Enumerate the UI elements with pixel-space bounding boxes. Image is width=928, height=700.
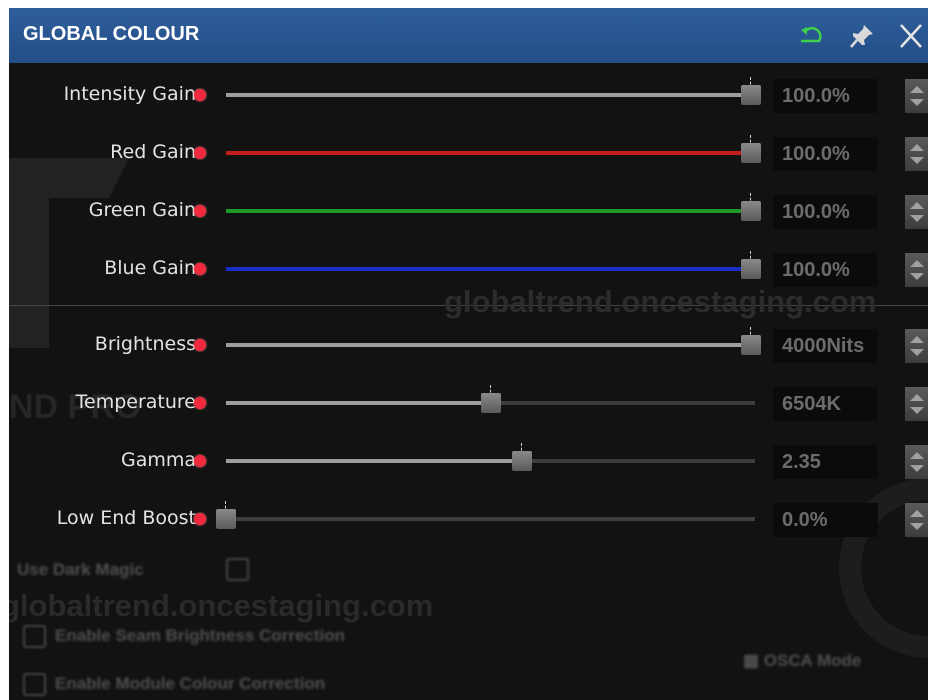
low-end-boost-label: Low End Boost — [56, 507, 196, 529]
intensity-gain-value-field[interactable]: 100.0% — [773, 79, 878, 113]
reset-icon[interactable] — [795, 21, 825, 51]
blue-gain-spinner[interactable] — [905, 253, 928, 287]
close-icon[interactable] — [896, 21, 926, 51]
brightness-label: Brightness — [94, 333, 196, 355]
slider-row-temperature: Temperature 6504K — [9, 383, 928, 423]
temperature-slider-fill — [226, 401, 491, 405]
spin-down-icon[interactable] — [910, 465, 924, 472]
green-gain-indicator-dot[interactable] — [194, 205, 206, 217]
green-gain-label: Green Gain — [88, 199, 196, 221]
spin-up-icon[interactable] — [910, 260, 924, 267]
gamma-value-field[interactable]: 2.35 — [773, 445, 878, 479]
green-gain-slider-fill — [226, 209, 755, 213]
spin-up-icon[interactable] — [910, 394, 924, 401]
red-gain-slider-fill — [226, 151, 755, 155]
blue-gain-slider-track[interactable] — [226, 267, 755, 271]
spin-up-icon[interactable] — [910, 452, 924, 459]
spin-up-icon[interactable] — [910, 144, 924, 151]
temperature-spinner[interactable] — [905, 387, 928, 421]
low-end-boost-indicator-dot[interactable] — [194, 513, 206, 525]
gamma-slider-handle[interactable] — [512, 451, 533, 471]
slider-row-brightness: Brightness 4000Nits — [9, 325, 928, 365]
temperature-indicator-dot[interactable] — [194, 397, 206, 409]
gamma-indicator-dot[interactable] — [194, 455, 206, 467]
use-dark-magic-label: Use Dark Magic — [17, 560, 144, 579]
red-gain-indicator-dot[interactable] — [194, 147, 206, 159]
blue-gain-label: Blue Gain — [104, 257, 196, 279]
osca-mode-toggle[interactable]: ▦ OSCA Mode — [743, 651, 861, 671]
low-end-boost-slider-handle[interactable] — [216, 509, 236, 529]
gamma-slider-track[interactable] — [226, 459, 755, 463]
gamma-label: Gamma — [120, 449, 196, 471]
spin-up-icon[interactable] — [910, 202, 924, 209]
spin-down-icon[interactable] — [910, 99, 924, 106]
spin-down-icon[interactable] — [910, 407, 924, 414]
spin-up-icon[interactable] — [910, 86, 924, 93]
red-gain-slider-track[interactable] — [226, 151, 755, 155]
use-dark-magic-checkbox[interactable] — [226, 558, 249, 581]
gamma-spinner[interactable] — [905, 445, 928, 479]
spin-down-icon[interactable] — [910, 157, 924, 164]
red-gain-spinner[interactable] — [905, 137, 928, 171]
window-title: GLOBAL COLOUR — [23, 23, 200, 45]
green-gain-slider-handle[interactable] — [741, 201, 761, 221]
blue-gain-slider-handle[interactable] — [741, 259, 761, 279]
red-gain-value-field[interactable]: 100.0% — [773, 137, 878, 171]
enable-seam-brightness-label: Enable Seam Brightness Correction — [55, 626, 346, 645]
blue-gain-slider-fill — [226, 267, 755, 271]
watermark-text: globaltrend.oncestaging.com — [444, 284, 877, 319]
slider-row-green-gain: Green Gain 100.0% — [9, 191, 928, 231]
temperature-value-field[interactable]: 6504K — [773, 387, 878, 421]
intensity-gain-slider-track[interactable] — [226, 93, 755, 97]
slider-row-blue-gain: Blue Gain 100.0% — [9, 249, 928, 289]
intensity-gain-slider-handle[interactable] — [741, 85, 761, 105]
red-gain-slider-handle[interactable] — [741, 143, 761, 163]
title-bar: GLOBAL COLOUR — [9, 8, 928, 63]
slider-row-gamma: Gamma 2.35 — [9, 441, 928, 481]
slider-row-intensity-gain: Intensity Gain 100.0% — [9, 75, 928, 115]
enable-seam-brightness-checkbox[interactable] — [23, 625, 46, 648]
intensity-gain-indicator-dot[interactable] — [194, 89, 206, 101]
brightness-indicator-dot[interactable] — [194, 339, 206, 351]
intensity-gain-slider-fill — [226, 93, 755, 97]
red-gain-label: Red Gain — [110, 141, 196, 163]
osca-mode-icon: ▦ — [743, 651, 760, 670]
pin-icon[interactable] — [847, 21, 877, 51]
slider-row-red-gain: Red Gain 100.0% — [9, 133, 928, 173]
temperature-slider-handle[interactable] — [480, 393, 501, 413]
temperature-label: Temperature — [75, 391, 196, 413]
intensity-gain-spinner[interactable] — [905, 79, 928, 113]
low-end-boost-slider-track[interactable] — [226, 517, 755, 521]
spin-up-icon[interactable] — [910, 510, 924, 517]
blue-gain-value-field[interactable]: 100.0% — [773, 253, 878, 287]
spin-down-icon[interactable] — [910, 349, 924, 356]
brightness-slider-handle[interactable] — [741, 335, 761, 355]
enable-module-colour-label: Enable Module Colour Correction — [55, 674, 326, 693]
gamma-slider-fill — [226, 459, 523, 463]
brightness-value-field[interactable]: 4000Nits — [773, 329, 878, 363]
section-divider — [9, 305, 928, 306]
green-gain-slider-track[interactable] — [226, 209, 755, 213]
spin-down-icon[interactable] — [910, 215, 924, 222]
brightness-slider-track[interactable] — [226, 343, 755, 347]
global-colour-panel: ND PRO GLOBAL COLOUR Intensity Gain 100.0… — [9, 8, 928, 700]
osca-mode-label: OSCA Mode — [763, 651, 862, 670]
green-gain-value-field[interactable]: 100.0% — [773, 195, 878, 229]
low-end-boost-value-field[interactable]: 0.0% — [773, 503, 878, 537]
intensity-gain-label: Intensity Gain — [63, 83, 196, 105]
watermark-text-lower: globaltrend.oncestaging.com — [9, 588, 434, 623]
low-end-boost-spinner[interactable] — [905, 503, 928, 537]
brightness-spinner[interactable] — [905, 329, 928, 363]
spin-up-icon[interactable] — [910, 336, 924, 343]
spin-down-icon[interactable] — [910, 523, 924, 530]
slider-row-low-end-boost: Low End Boost 0.0% — [9, 499, 928, 539]
green-gain-spinner[interactable] — [905, 195, 928, 229]
brightness-slider-fill — [226, 343, 755, 347]
enable-module-colour-checkbox[interactable] — [23, 673, 46, 696]
spin-down-icon[interactable] — [910, 273, 924, 280]
blue-gain-indicator-dot[interactable] — [194, 263, 206, 275]
